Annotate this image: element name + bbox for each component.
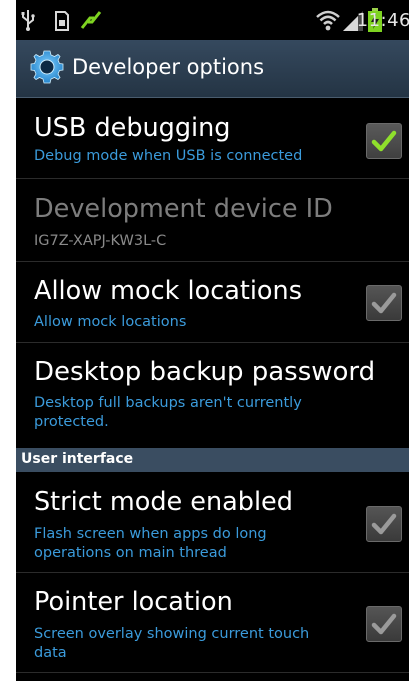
- title-bar: Developer options: [16, 40, 409, 98]
- checkmark-icon: [371, 292, 397, 314]
- page-title: Developer options: [72, 55, 265, 79]
- strict-mode-checkbox[interactable]: [366, 506, 402, 542]
- setting-title: Allow mock locations: [34, 276, 302, 306]
- setting-subtitle: Debug mode when USB is connected: [34, 148, 303, 164]
- usb-icon: [21, 10, 35, 31]
- usb-debugging-checkbox[interactable]: [366, 123, 402, 159]
- status-time: 11:46: [356, 10, 409, 31]
- setting-title: USB debugging: [34, 113, 231, 143]
- setting-title: Pointer location: [34, 587, 233, 617]
- setting-development-device-id: Development device ID IG7Z-XAPJ-KW3L-C: [16, 179, 409, 262]
- device-id-value: IG7Z-XAPJ-KW3L-C: [34, 233, 167, 249]
- setting-usb-debugging[interactable]: USB debugging Debug mode when USB is con…: [16, 98, 409, 179]
- setting-subtitle: Flash screen when apps do long operation…: [34, 526, 267, 561]
- checkmark-icon: [371, 513, 397, 535]
- setting-strict-mode[interactable]: Strict mode enabled Flash screen when ap…: [16, 473, 409, 573]
- setting-title: Desktop backup password: [34, 357, 376, 387]
- setting-pointer-location[interactable]: Pointer location Screen overlay showing …: [16, 573, 409, 673]
- setting-subtitle: Screen overlay showing current touch dat…: [34, 626, 310, 661]
- section-header-label: User interface: [21, 451, 134, 467]
- setting-subtitle: Desktop full backups aren't currently pr…: [34, 395, 302, 430]
- setting-allow-mock-locations[interactable]: Allow mock locations Allow mock location…: [16, 262, 409, 343]
- section-header-user-interface: User interface: [16, 448, 409, 472]
- checkmark-icon: [371, 613, 397, 635]
- setting-desktop-backup-password[interactable]: Desktop backup password Desktop full bac…: [16, 343, 409, 447]
- phone-screen: 11:46 Developer options USB debugging De…: [16, 0, 409, 681]
- wifi-icon: [316, 10, 340, 31]
- gear-icon: [30, 50, 64, 84]
- pointer-location-checkbox[interactable]: [366, 606, 402, 642]
- setting-title: Strict mode enabled: [34, 487, 293, 517]
- sd-card-icon: [55, 11, 69, 31]
- setting-title: Development device ID: [34, 194, 333, 224]
- setting-subtitle: Allow mock locations: [34, 314, 187, 330]
- mock-locations-checkbox[interactable]: [366, 285, 402, 321]
- sync-icon: [80, 11, 102, 29]
- status-bar: 11:46: [16, 0, 409, 40]
- checkmark-icon: [371, 130, 397, 152]
